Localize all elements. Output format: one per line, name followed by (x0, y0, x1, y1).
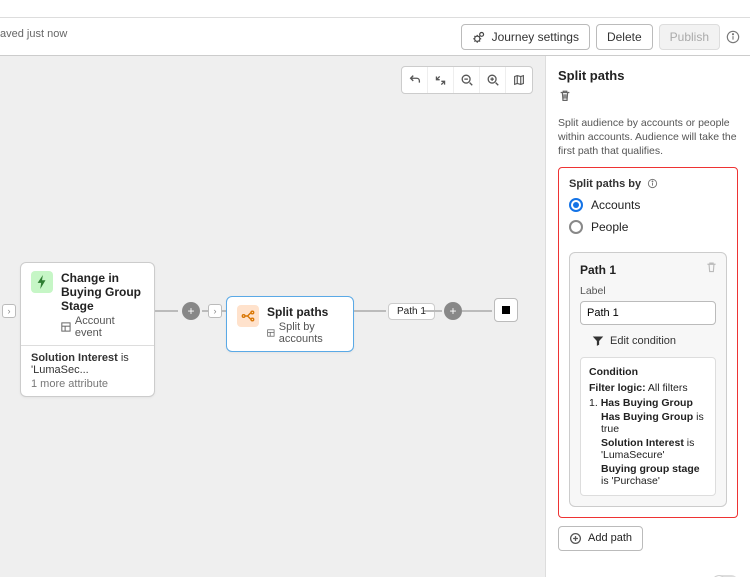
header: aved just now Journey settings Delete Pu… (0, 18, 750, 56)
panel-title: Split paths (558, 68, 738, 83)
fit-view-button[interactable] (428, 67, 454, 93)
stop-icon (502, 306, 510, 314)
node-title: Change in Buying Group Stage (61, 271, 144, 313)
side-panel: Split paths Split audience by accounts o… (545, 56, 750, 577)
split-icon (237, 305, 259, 327)
node-split-paths[interactable]: Split paths Split by accounts (226, 296, 354, 352)
plus-circle-icon (569, 532, 582, 545)
lightning-icon (31, 271, 53, 293)
edit-condition-button[interactable]: Edit condition (580, 335, 716, 347)
path-label-input[interactable] (580, 301, 716, 325)
map-view-button[interactable] (506, 67, 532, 93)
node-title: Split paths (267, 305, 343, 319)
panel-description: Split audience by accounts or people wit… (558, 116, 738, 159)
zoom-in-button[interactable] (480, 67, 506, 93)
canvas-toolbar (401, 66, 533, 94)
journey-settings-button[interactable]: Journey settings (461, 24, 590, 50)
node-change-buying-group-stage[interactable]: Change in Buying Group Stage Account eve… (20, 262, 155, 397)
undo-button[interactable] (402, 67, 428, 93)
info-icon[interactable] (647, 178, 658, 189)
end-node[interactable] (494, 298, 518, 322)
trash-icon[interactable] (558, 89, 572, 103)
filter-icon (592, 335, 604, 347)
condition-summary: Condition Filter logic: All filters 1. H… (580, 357, 716, 496)
node-subtitle: Split by accounts (267, 321, 343, 345)
node-subtitle: Account event (61, 315, 144, 339)
chevron-right-icon[interactable]: › (2, 304, 16, 318)
delete-button[interactable]: Delete (596, 24, 653, 50)
label-field-label: Label (580, 285, 716, 297)
publish-button: Publish (659, 24, 720, 50)
radio-people[interactable]: People (569, 220, 727, 234)
radio-accounts[interactable]: Accounts (569, 198, 727, 212)
split-by-label: Split paths by (569, 178, 727, 190)
add-node-button[interactable]: + (444, 302, 462, 320)
split-config-section: Split paths by Accounts People Path 1 La… (558, 167, 738, 518)
gear-icon (472, 30, 486, 44)
add-path-button[interactable]: Add path (558, 526, 643, 551)
add-node-button[interactable]: + (182, 302, 200, 320)
more-attributes: 1 more attribute (31, 378, 144, 390)
journey-canvas[interactable]: › Change in Buying Group Stage Account e… (0, 56, 545, 577)
chevron-right-icon[interactable]: › (208, 304, 222, 318)
zoom-out-button[interactable] (454, 67, 480, 93)
path-heading: Path 1 (580, 263, 716, 277)
path-card-1: Path 1 Label Edit condition Condition Fi… (569, 252, 727, 507)
delete-path-icon[interactable] (705, 261, 718, 277)
info-icon[interactable] (726, 30, 740, 44)
saved-status: aved just now (0, 28, 67, 40)
